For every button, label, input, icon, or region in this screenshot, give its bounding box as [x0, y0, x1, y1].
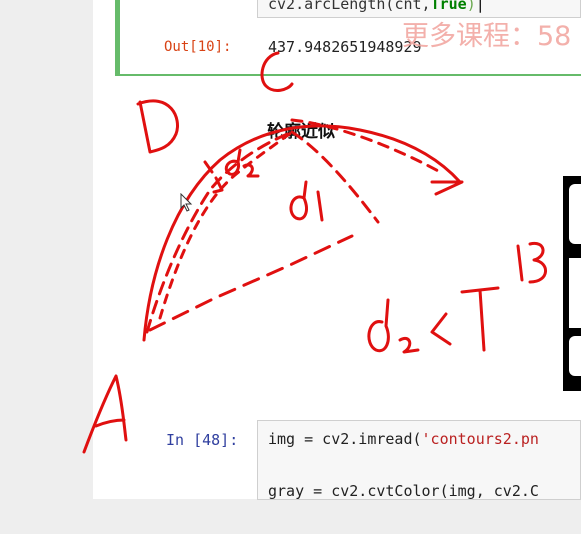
arc-arrow [430, 180, 464, 196]
mouse-cursor-icon [180, 193, 193, 212]
dashed-baseline [148, 234, 354, 332]
letter-c-stroke [260, 51, 294, 92]
label-d2-lt-t [367, 286, 500, 354]
label-d2-stroke [224, 148, 260, 178]
label-b-stroke [516, 241, 547, 284]
handwritten-annotations [82, 51, 547, 454]
dashed-chord-right [290, 130, 380, 224]
letter-a-stroke [82, 374, 128, 454]
dashed-inner [158, 130, 294, 320]
dashed-outer [290, 118, 442, 174]
label-d1-stroke [289, 180, 324, 222]
letter-d-stroke [136, 99, 179, 154]
